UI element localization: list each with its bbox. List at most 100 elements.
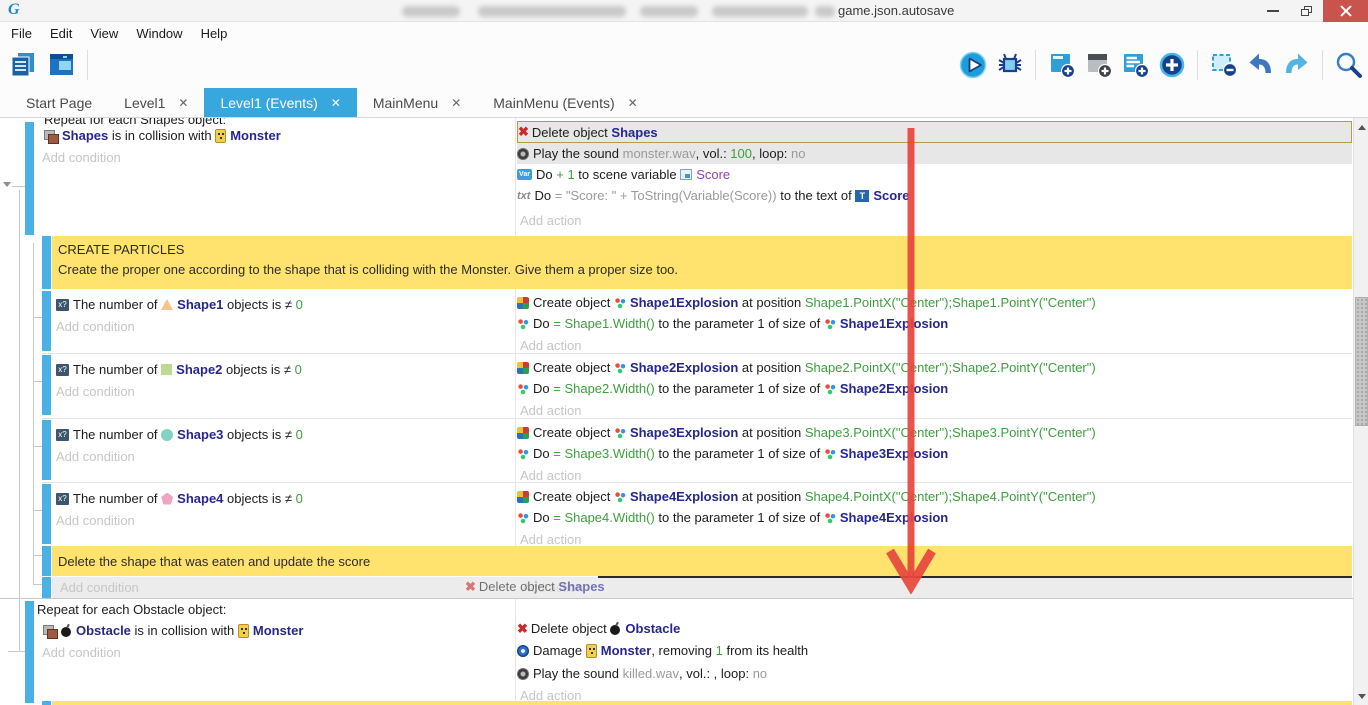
shape4-pentagon-icon <box>161 493 173 505</box>
object-name: Obstacle <box>76 623 131 638</box>
action-resize-shape4explosion[interactable]: Do = Shape4.Width() to the parameter 1 o… <box>517 507 1352 528</box>
menu-window[interactable]: Window <box>127 26 191 41</box>
bomb-icon <box>610 622 621 635</box>
add-action-button[interactable]: Add action <box>520 210 1353 231</box>
text-action-icon: txt <box>517 190 530 202</box>
start-page-icon[interactable] <box>46 50 76 80</box>
tab-level1[interactable]: Level1✕ <box>108 88 204 117</box>
size-expression: = Shape2.Width() <box>553 381 655 396</box>
vertical-scrollbar[interactable] <box>1353 118 1368 705</box>
add-condition-button[interactable]: Add condition <box>42 642 121 663</box>
condition-text: The number of <box>73 297 161 312</box>
tab-close-icon[interactable]: ✕ <box>628 97 638 109</box>
position-expression: Shape4.PointX("Center");Shape4.PointY("C… <box>805 489 1096 504</box>
comment-create-particles[interactable]: CREATE PARTICLES Create the proper one a… <box>52 236 1352 289</box>
object-count-icon: x? <box>56 429 69 441</box>
redo-icon[interactable] <box>1282 50 1312 80</box>
add-condition-button[interactable]: Add condition <box>56 381 135 402</box>
comment-body: Create the proper one according to the s… <box>58 262 678 277</box>
action-damage-monster[interactable]: Damage Monster, removing 1 from its heal… <box>517 640 1352 661</box>
object-name: Shape2 <box>176 362 222 377</box>
preview-play-icon[interactable] <box>958 50 988 80</box>
scroll-down-icon[interactable] <box>1358 694 1366 699</box>
create-object-icon <box>517 491 529 503</box>
action-play-sound-killed[interactable]: Play the sound killed.wav, vol.: , loop:… <box>517 663 1352 684</box>
tab-close-icon[interactable]: ✕ <box>178 97 188 109</box>
project-manager-icon[interactable] <box>8 50 38 80</box>
create-object-icon <box>517 297 529 309</box>
add-sub-event-icon[interactable] <box>1083 50 1113 80</box>
tab-mainmenu-events[interactable]: MainMenu (Events)✕ <box>477 88 653 117</box>
tab-mainmenu[interactable]: MainMenu✕ <box>357 88 477 117</box>
comment-delete-shape[interactable]: Delete the shape that was eaten and upda… <box>52 546 1352 576</box>
action-add-score-variable[interactable]: VarDo + 1 to scene variable Score <box>517 164 1352 185</box>
object-name: Shape4Explosion <box>840 510 948 525</box>
action-delete-obstacle[interactable]: ✖Delete object Obstacle <box>517 618 1352 639</box>
editor-tabs: Start Page Level1✕ Level1 (Events) ✕ Main… <box>0 88 1368 118</box>
menu-edit[interactable]: Edit <box>41 26 81 41</box>
debug-icon[interactable] <box>995 50 1025 80</box>
delete-selection-icon[interactable] <box>1208 50 1238 80</box>
menu-file[interactable]: File <box>2 26 41 41</box>
condition-shape1-count[interactable]: x?The number of Shape1 objects is ≠ 0 <box>56 294 303 315</box>
object-name: Shape1 <box>177 297 223 312</box>
search-icon[interactable] <box>1333 50 1363 80</box>
drop-target-row[interactable] <box>52 577 1352 598</box>
expand-arrow-icon[interactable] <box>3 182 11 187</box>
object-name: Shape4Explosion <box>630 489 738 504</box>
close-button[interactable] <box>1323 0 1368 22</box>
count-value: 0 <box>296 427 303 442</box>
scroll-up-icon[interactable] <box>1358 125 1366 130</box>
action-set-score-text[interactable]: txtDo = "Score: " + ToString(Variable(Sc… <box>517 185 1352 206</box>
action-create-shape2explosion[interactable]: Create object Shape2Explosion at positio… <box>517 357 1352 378</box>
shape2-square-icon <box>161 364 172 375</box>
condition-shape2-count[interactable]: x?The number of Shape2 objects is ≠ 0 <box>56 359 302 380</box>
add-condition-button[interactable]: Add condition <box>60 577 139 598</box>
condition-shape4-count[interactable]: x?The number of Shape4 objects is ≠ 0 <box>56 488 303 509</box>
tab-close-icon[interactable]: ✕ <box>451 97 461 109</box>
event6-repeat-header[interactable]: Repeat for each Obstacle object: <box>37 600 226 618</box>
action-text: Delete object <box>532 125 612 140</box>
add-event-icon[interactable] <box>1046 50 1076 80</box>
action-create-shape1explosion[interactable]: Create object Shape1Explosion at positio… <box>517 292 1352 313</box>
particle-icon <box>824 512 836 524</box>
tab-start-page[interactable]: Start Page <box>10 88 108 117</box>
add-other-event-icon[interactable] <box>1157 50 1187 80</box>
action-resize-shape2explosion[interactable]: Do = Shape2.Width() to the parameter 1 o… <box>517 378 1352 399</box>
menu-view[interactable]: View <box>81 26 127 41</box>
tab-close-icon[interactable]: ✕ <box>331 97 341 109</box>
action-create-shape3explosion[interactable]: Create object Shape3Explosion at positio… <box>517 422 1352 443</box>
action-text: to the parameter 1 of size of <box>655 510 824 525</box>
event-selection-bar <box>42 701 51 705</box>
tree-guide <box>33 317 42 318</box>
action-delete-shapes[interactable]: ✖Delete object Shapes <box>517 121 1352 143</box>
action-create-shape4explosion[interactable]: Create object Shape4Explosion at positio… <box>517 486 1352 507</box>
event-selection-bar <box>42 420 51 480</box>
action-resize-shape1explosion[interactable]: Do = Shape1.Width() to the parameter 1 o… <box>517 313 1352 334</box>
undo-icon[interactable] <box>1245 50 1275 80</box>
tree-guide <box>12 186 25 187</box>
gdevelop-window: G game.json.autosave File Edit View Wind… <box>0 0 1368 705</box>
action-resize-shape3explosion[interactable]: Do = Shape3.Width() to the parameter 1 o… <box>517 443 1352 464</box>
add-comment-icon[interactable] <box>1120 50 1150 80</box>
redacted-title-segment <box>402 6 460 17</box>
object-name: Shape4 <box>177 491 223 506</box>
add-condition-button[interactable]: Add condition <box>56 510 135 531</box>
add-condition-button[interactable]: Add condition <box>56 446 135 467</box>
tab-level1-events[interactable]: Level1 (Events) ✕ <box>204 88 356 117</box>
tab-label: Level1 (Events) <box>220 95 317 111</box>
condition-shapes-collision[interactable]: Shapes is in collision with Monster <box>44 125 281 146</box>
action-text: , removing <box>651 643 715 658</box>
condition-action-divider <box>515 118 516 235</box>
action-play-sound-monster[interactable]: Play the sound monster.wav, vol.: 100, l… <box>517 143 1352 164</box>
menu-help[interactable]: Help <box>192 26 237 41</box>
add-condition-button[interactable]: Add condition <box>42 147 121 168</box>
condition-obstacle-collision[interactable]: Obstacle is in collision with Monster <box>43 620 303 641</box>
add-condition-button[interactable]: Add condition <box>56 316 135 337</box>
redacted-title-segment <box>478 6 626 17</box>
restore-button[interactable] <box>1291 0 1321 22</box>
scrollbar-thumb[interactable] <box>1355 297 1368 426</box>
particle-icon <box>517 448 529 460</box>
condition-shape3-count[interactable]: x?The number of Shape3 objects is ≠ 0 <box>56 424 303 445</box>
minimize-button[interactable] <box>1258 0 1288 22</box>
